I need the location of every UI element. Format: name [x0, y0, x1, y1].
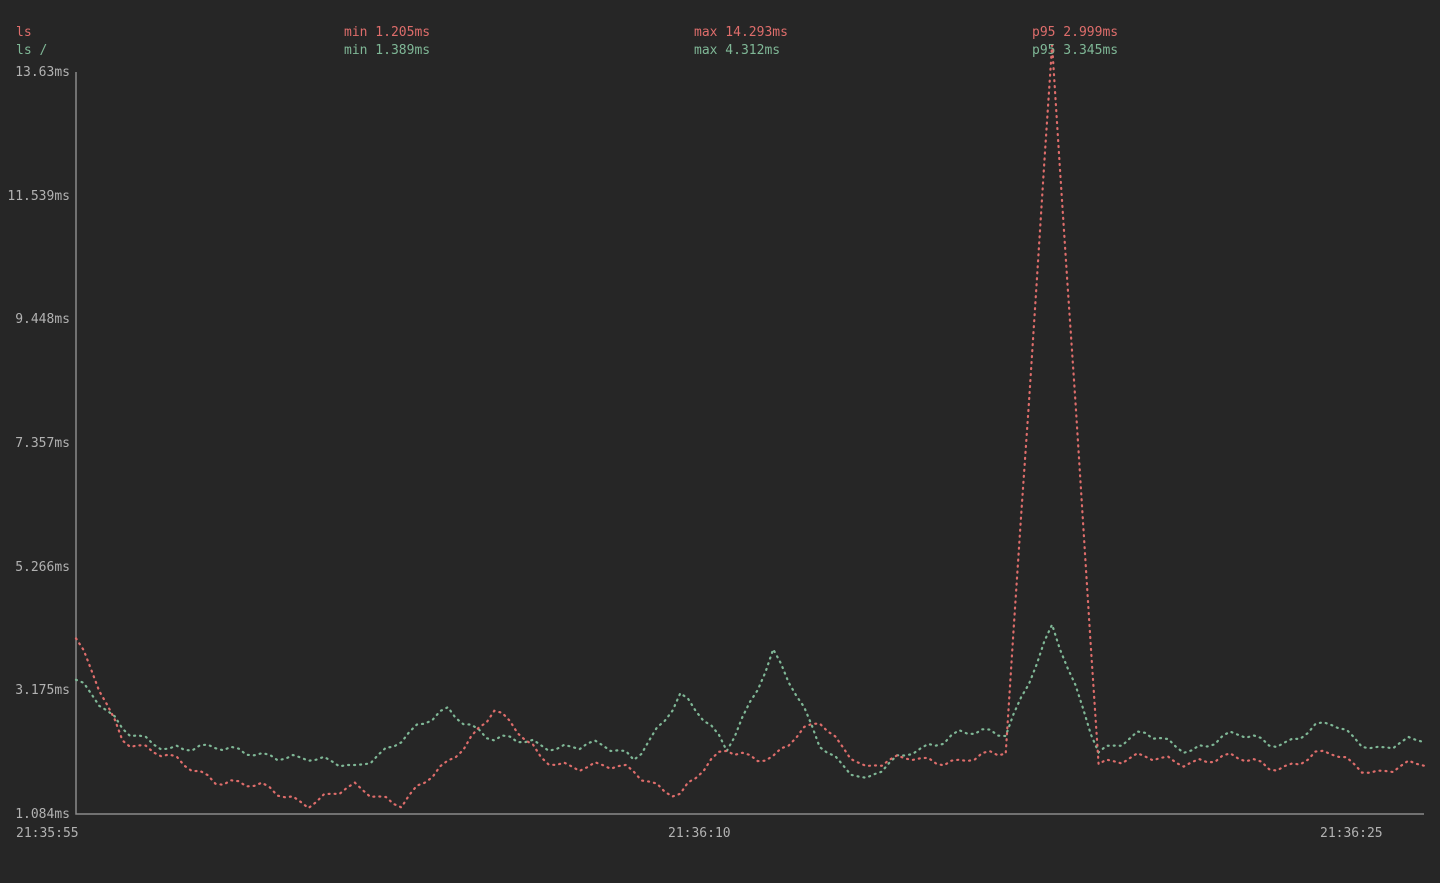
- series-min: min 1.389ms: [344, 42, 694, 60]
- series-name: ls /: [16, 42, 344, 60]
- series-name: ls: [16, 24, 344, 42]
- series-max: max 14.293ms: [694, 24, 1032, 42]
- legend-row: ls min 1.205ms max 14.293ms p95 2.999ms: [0, 24, 1440, 42]
- y-axis-tick: 3.175ms: [0, 683, 70, 698]
- series-min: min 1.205ms: [344, 24, 694, 42]
- x-axis-tick: 21:36:10: [668, 826, 731, 841]
- y-axis-tick: 13.63ms: [0, 65, 70, 80]
- series-max: max 4.312ms: [694, 42, 1032, 60]
- x-axis-tick: 21:36:25: [1320, 826, 1383, 841]
- y-axis-tick: 9.448ms: [0, 312, 70, 327]
- y-axis-tick: 5.266ms: [0, 560, 70, 575]
- series-p95: p95 2.999ms: [1032, 24, 1440, 42]
- y-axis-tick: 7.357ms: [0, 436, 70, 451]
- y-axis-tick: 1.084ms: [0, 807, 70, 822]
- chart-svg: [76, 72, 1424, 814]
- series-p95: p95 3.345ms: [1032, 42, 1440, 60]
- y-axis-tick: 11.539ms: [0, 189, 70, 204]
- chart-plot-area: [76, 72, 1424, 814]
- series-line-ls-slash: [76, 625, 1424, 778]
- x-axis-tick: 21:35:55: [16, 826, 79, 841]
- legend-row: ls / min 1.389ms max 4.312ms p95 3.345ms: [0, 42, 1440, 60]
- chart-legend: ls min 1.205ms max 14.293ms p95 2.999ms …: [0, 24, 1440, 60]
- series-line-ls: [76, 45, 1424, 808]
